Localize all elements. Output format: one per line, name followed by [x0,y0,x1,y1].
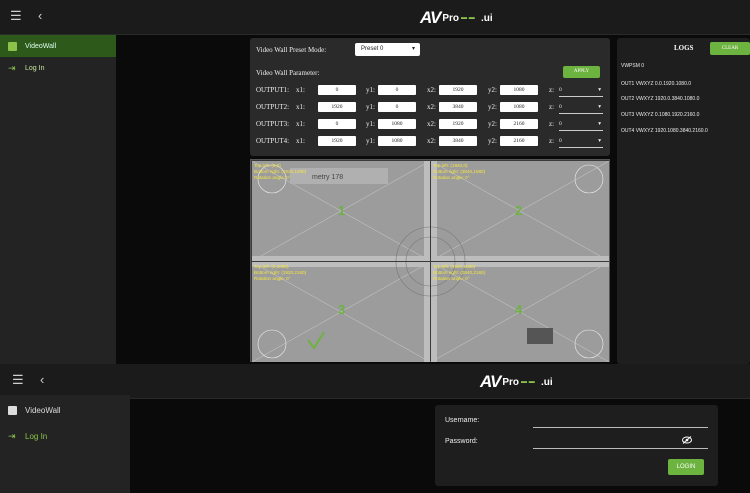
chevron-left-icon[interactable]: ‹ [40,373,44,387]
log-line: OUT2 VWXYZ 1920.0.3840.1080.0 [621,96,700,102]
quadrant-number: 3 [338,302,346,317]
videowall-settings-panel: Video Wall Preset Mode: Preset 0 ▾ Video… [250,38,610,156]
preset-select[interactable]: Preset 0 ▾ [355,43,420,56]
z-select[interactable]: 0 ▾ [559,135,603,148]
sidebar-item-label: Log In [25,431,48,441]
x1-input[interactable]: 1920 [318,136,356,146]
login-icon: ⇥ [8,430,16,441]
login-icon: ⇥ [8,62,16,73]
grid-icon [8,41,17,51]
username-field[interactable] [533,427,708,428]
parameter-label: Video Wall Parameter: [256,69,320,77]
preset-mode-label: Video Wall Preset Mode: [256,46,327,54]
clear-button[interactable]: CLEAR [710,42,750,55]
y2-input[interactable]: 1080 [500,85,538,95]
login-button[interactable]: LOGIN [668,459,704,475]
z-select[interactable]: 0 ▾ [559,101,603,114]
z-select[interactable]: 0 ▾ [559,84,603,97]
password-label: Password: [445,438,478,445]
y2-input[interactable]: 2160 [500,136,538,146]
chevron-down-icon: ▾ [411,46,415,52]
grid-icon [8,405,17,415]
log-line: VWPSM 0 [621,63,645,69]
top-app-bar: ☰ ‹ AV Pro ▬ ▬ .ui [0,0,750,35]
log-line: OUT4 VWXYZ 1920.1080.3840.2160.0 [621,128,708,134]
logs-panel: LOGS CLEAR VWPSM 0 OUT1 VWXYZ 0.0.1920.1… [617,38,750,364]
sidebar-item-login[interactable]: ⇥ Log In [0,423,130,449]
logs-title: LOGS [674,44,694,52]
sidebar-item-label: Log In [25,64,45,72]
apply-button[interactable]: APPLY [563,66,600,78]
y1-input[interactable]: 1080 [378,136,416,146]
y2-input[interactable]: 2160 [500,119,538,129]
sidebar: VideoWall ⇥ Log In [0,395,130,493]
x2-input[interactable]: 3840 [439,102,477,112]
eye-off-icon[interactable] [682,436,692,444]
log-line: OUT3 VWXYZ 0.1080.1920.2160.0 [621,112,700,118]
username-label: Username: [445,417,480,424]
videowall-preview: metry 178 Top left: (0,0) Bottom right: … [250,159,610,362]
avpro-logo: AV Pro ▬ ▬ .ui [420,8,493,27]
menu-icon[interactable]: ☰ [10,9,22,23]
avpro-logo: AV Pro ▬ ▬ .ui [480,372,553,391]
quadrant-number: 4 [515,302,523,317]
sidebar-item-label: VideoWall [25,405,61,415]
sidebar: VideoWall ⇥ Log In [0,35,116,364]
sidebar-item-label: VideoWall [25,42,57,50]
sidebar-item-videowall[interactable]: VideoWall [0,397,130,423]
chevron-left-icon[interactable]: ‹ [38,9,42,23]
y1-input[interactable]: 1080 [378,119,416,129]
preview-quadrant: metry 178 Top left: (0,0) Bottom right: … [252,161,430,261]
preview-quadrant: Top left: (1920,0) Bottom right: (3840,1… [431,161,609,261]
y1-input[interactable]: 0 [378,85,416,95]
y1-input[interactable]: 0 [378,102,416,112]
preview-quadrant: Top left: (0,1080) Bottom right: (1920,2… [252,262,430,362]
x2-input[interactable]: 1920 [439,119,477,129]
y2-input[interactable]: 1080 [500,102,538,112]
x2-input[interactable]: 1920 [439,85,477,95]
login-card: Username: Password: LOGIN [435,405,718,486]
quadrant-number: 2 [515,203,523,218]
x1-input[interactable]: 1920 [318,102,356,112]
z-select[interactable]: 0 ▾ [559,118,603,131]
quadrant-number: 1 [338,203,346,218]
password-field[interactable] [533,448,708,449]
svg-text:metry 178: metry 178 [312,174,343,181]
sidebar-item-login[interactable]: ⇥ Log In [0,57,116,79]
sidebar-item-videowall[interactable]: VideoWall [0,35,116,57]
log-line: OUT1 VWXYZ 0.0.1920.1080.0 [621,81,692,87]
x2-input[interactable]: 3840 [439,136,477,146]
x1-input[interactable]: 0 [318,85,356,95]
preview-quadrant: Top left: (1920,1080) Bottom right: (384… [431,262,609,362]
top-app-bar: ☰ ‹ AV Pro ▬ ▬ .ui [0,364,750,399]
x1-input[interactable]: 0 [318,119,356,129]
menu-icon[interactable]: ☰ [12,373,24,387]
